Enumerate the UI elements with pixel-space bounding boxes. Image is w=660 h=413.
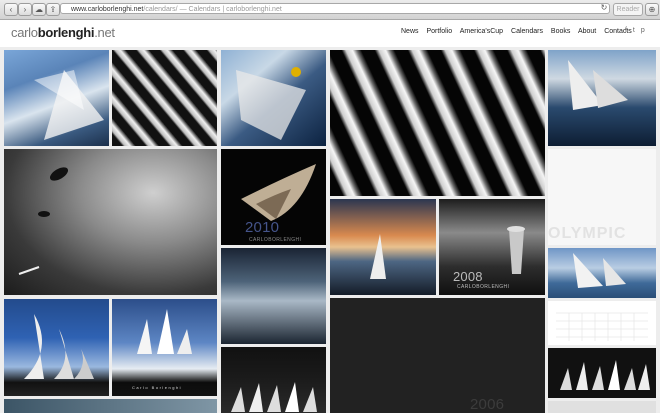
sail-icon — [137, 309, 192, 354]
reader-button[interactable]: Reader — [613, 3, 643, 16]
social-links: f t p — [625, 27, 649, 34]
calendar-tile-laser-fleet[interactable] — [548, 348, 656, 398]
calendar-tile-stormy-sea[interactable] — [221, 248, 326, 344]
calendar-tile-volvo-spray[interactable] — [548, 50, 656, 146]
share-icon[interactable]: ⇪ — [46, 3, 60, 16]
calendar-tile-bottom-right[interactable] — [548, 401, 656, 413]
racing-yacht-icon — [236, 67, 306, 140]
calendar-tile-bottom-left[interactable] — [4, 399, 217, 413]
calendar-year: 2010 — [245, 219, 280, 236]
calendar-tile-racing-crew[interactable] — [221, 50, 326, 146]
catamaran-icon — [573, 253, 626, 288]
calendar-tile-dinghy-fleet[interactable] — [221, 347, 326, 413]
logo-first: carlo — [11, 25, 38, 40]
logo-last: borlenghi — [37, 25, 95, 40]
url-title: — Calendars | carloborlenghi.net — [177, 6, 282, 13]
kite-icon — [18, 167, 69, 275]
sailboat-icon — [568, 60, 628, 110]
url-path: /calendars/ — [143, 6, 178, 13]
calendar-olympic-title: OLYMPIC — [548, 225, 627, 242]
sail-icon — [231, 382, 317, 412]
sailboat-bow-icon — [34, 70, 104, 140]
calendar-tile-olympic[interactable]: OLYMPIC — [548, 149, 656, 245]
address-bar[interactable]: www.carloborlenghi.net/calendars/ — Cale… — [60, 3, 610, 14]
calendar-gallery: Carlo Borlenghi 2010 CARLOBORLENGHI 2008… — [0, 47, 660, 413]
pinterest-icon[interactable]: p — [641, 27, 645, 34]
calendar-grid-icon — [556, 312, 648, 341]
download-icon[interactable]: ⊕ — [645, 3, 659, 16]
facebook-icon[interactable]: f — [625, 27, 627, 34]
site-header: carloborlenghi.net News Portfolio Americ… — [0, 20, 660, 47]
nav-portfolio[interactable]: Portfolio — [426, 28, 452, 35]
calendar-tile-2008[interactable]: 2008 CARLOBORLENGHI — [439, 199, 545, 295]
back-icon[interactable]: ‹ — [4, 3, 18, 16]
nav-americas-cup[interactable]: America'sCup — [460, 28, 503, 35]
sail-icon — [560, 360, 650, 390]
sail-icon — [24, 314, 94, 379]
nav-calendars[interactable]: Calendars — [511, 28, 543, 35]
forward-icon[interactable]: › — [18, 3, 32, 16]
nav-books[interactable]: Books — [551, 28, 570, 35]
calendar-tile-kites-clouds[interactable] — [4, 149, 217, 295]
calendar-tile-sails-sky[interactable]: Carlo Borlenghi — [112, 299, 217, 396]
calendar-signature: Carlo Borlenghi — [132, 385, 183, 390]
main-nav: News Portfolio America'sCup Calendars Bo… — [401, 28, 638, 35]
url-host: www.carloborlenghi.net — [71, 6, 144, 13]
sail-icon — [370, 234, 386, 279]
calendar-tile-abstract-sails[interactable] — [330, 50, 545, 196]
reload-icon[interactable]: ↻ — [600, 4, 608, 12]
nav-about[interactable]: About — [578, 28, 596, 35]
calendar-tile-catamaran[interactable] — [548, 248, 656, 298]
calendar-tile-sunset[interactable] — [330, 199, 436, 295]
calendar-tile-blue-sails[interactable] — [4, 299, 109, 396]
twitter-icon[interactable]: t — [633, 27, 635, 34]
calendar-tile-2010[interactable]: 2010 CARLOBORLENGHI — [221, 149, 326, 245]
calendar-tile-grid-page[interactable] — [548, 301, 656, 345]
calendar-tile-bow-spray[interactable] — [4, 50, 109, 146]
calendar-year: 2006 — [470, 396, 505, 413]
calendar-tile-2006[interactable]: 2006 — [330, 298, 545, 413]
calendar-year: 2008 — [453, 269, 483, 284]
browser-toolbar: ‹ › ☁ ⇪ www.carloborlenghi.net/calendars… — [0, 0, 660, 20]
logo-tld: .net — [94, 25, 115, 40]
nav-news[interactable]: News — [401, 28, 419, 35]
calendar-brand: CARLOBORLENGHI — [457, 284, 510, 290]
site-logo[interactable]: carloborlenghi.net — [11, 25, 115, 40]
calendar-brand: CARLOBORLENGHI — [249, 237, 302, 243]
calendar-tile-bw-sails[interactable] — [112, 50, 217, 146]
cloud-icon[interactable]: ☁ — [32, 3, 46, 16]
